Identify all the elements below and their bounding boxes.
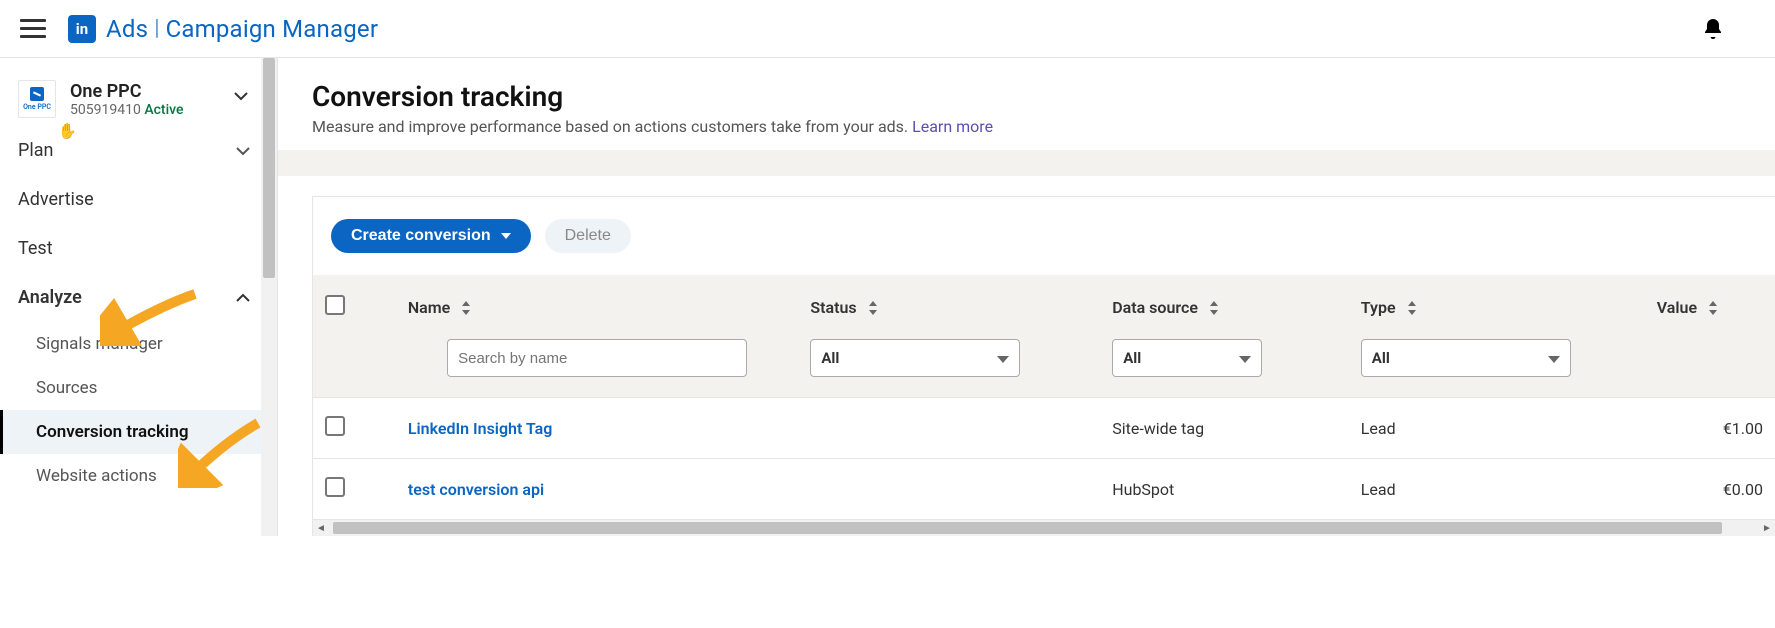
page-description: Measure and improve performance based on… — [312, 117, 1741, 136]
sort-icon — [867, 301, 879, 315]
account-name: One PPC — [70, 81, 184, 102]
conversion-name-link[interactable]: LinkedIn Insight Tag — [408, 419, 553, 438]
table-row: test conversion api HubSpot Lead €0.00 — [313, 459, 1775, 520]
account-logo: One PPC — [18, 80, 56, 118]
account-status: Active — [144, 102, 183, 118]
table-toolbar: Create conversion Delete — [312, 196, 1775, 275]
filter-status-select[interactable]: All — [810, 339, 1020, 377]
col-header-name[interactable]: Name — [396, 275, 798, 331]
main-content: Conversion tracking Measure and improve … — [278, 58, 1775, 536]
cell-value: €0.00 — [1645, 459, 1775, 520]
col-header-type[interactable]: Type — [1349, 275, 1645, 331]
sidebar-scrollbar[interactable] — [261, 58, 277, 536]
brand-campaign-manager[interactable]: Campaign Manager — [166, 15, 379, 43]
notifications-icon[interactable] — [1701, 17, 1725, 41]
sidebar-label-advertise: Advertise — [18, 189, 94, 210]
account-switcher[interactable]: One PPC One PPC 505919410 Active ✋ — [0, 58, 277, 126]
sidebar-item-analyze[interactable]: Analyze — [0, 273, 277, 322]
chevron-up-icon — [235, 290, 251, 306]
horizontal-scrollbar[interactable]: ◄ ► — [312, 520, 1775, 536]
cell-status — [798, 398, 1100, 459]
col-header-status[interactable]: Status — [798, 275, 1100, 331]
linkedin-logo[interactable]: in — [68, 15, 96, 43]
conversion-name-link[interactable]: test conversion api — [408, 480, 544, 499]
select-all-checkbox[interactable] — [325, 295, 345, 315]
cell-value: €1.00 — [1645, 398, 1775, 459]
chevron-down-icon — [233, 88, 249, 104]
cell-source: HubSpot — [1100, 459, 1349, 520]
cell-status — [798, 459, 1100, 520]
sort-icon — [1406, 301, 1418, 315]
sidebar-item-plan[interactable]: Plan — [0, 126, 277, 175]
cell-source: Site-wide tag — [1100, 398, 1349, 459]
sidebar-item-conversion-tracking[interactable]: Conversion tracking — [0, 410, 277, 454]
col-header-value[interactable]: Value — [1645, 275, 1775, 331]
chevron-down-icon — [235, 143, 251, 159]
delete-button[interactable]: Delete — [545, 219, 631, 253]
sidebar-item-test[interactable]: Test — [0, 224, 277, 273]
sidebar-label-plan: Plan — [18, 140, 53, 161]
brand-ads[interactable]: Ads — [106, 15, 148, 43]
sidebar-item-advertise[interactable]: Advertise — [0, 175, 277, 224]
filter-type-select[interactable]: All — [1361, 339, 1571, 377]
row-checkbox[interactable] — [325, 477, 345, 497]
sort-icon — [1707, 301, 1719, 315]
account-id: 505919410 Active — [70, 102, 184, 118]
sort-icon — [1208, 301, 1220, 315]
sidebar-label-test: Test — [18, 238, 53, 259]
create-conversion-button[interactable]: Create conversion — [331, 219, 531, 253]
cell-type: Lead — [1349, 398, 1645, 459]
col-header-source[interactable]: Data source — [1100, 275, 1349, 331]
caret-down-icon — [501, 233, 511, 239]
table-row: LinkedIn Insight Tag Site-wide tag Lead … — [313, 398, 1775, 459]
brand-separator: | — [154, 16, 159, 41]
learn-more-link[interactable]: Learn more — [912, 117, 993, 136]
sidebar-item-website-actions[interactable]: Website actions — [0, 454, 277, 498]
page-title: Conversion tracking — [312, 80, 1741, 113]
sidebar-label-analyze: Analyze — [18, 287, 82, 308]
cell-type: Lead — [1349, 459, 1645, 520]
sort-icon — [460, 301, 472, 315]
row-checkbox[interactable] — [325, 416, 345, 436]
sidebar-item-sources[interactable]: Sources — [0, 366, 277, 410]
topbar: in Ads | Campaign Manager — [0, 0, 1775, 58]
conversions-table: Name Status Data source — [313, 275, 1775, 520]
page-header: Conversion tracking Measure and improve … — [278, 58, 1775, 150]
filter-name-input[interactable] — [447, 339, 747, 377]
sidebar-item-signals[interactable]: Signals manager — [0, 322, 277, 366]
filter-source-select[interactable]: All — [1112, 339, 1262, 377]
sidebar: One PPC One PPC 505919410 Active ✋ Plan … — [0, 58, 278, 536]
menu-icon[interactable] — [20, 14, 50, 44]
